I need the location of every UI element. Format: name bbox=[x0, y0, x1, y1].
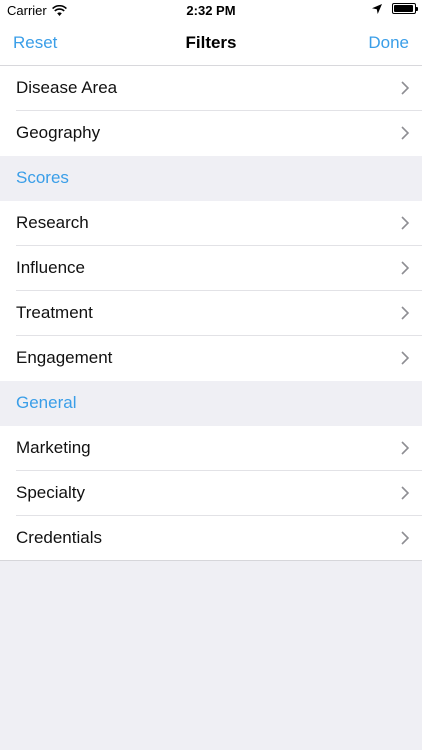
chevron-right-icon bbox=[401, 216, 410, 230]
status-bar: Carrier 2:32 PM bbox=[0, 0, 422, 22]
filter-row-engagement[interactable]: Engagement bbox=[0, 336, 422, 381]
chevron-right-icon bbox=[401, 81, 410, 95]
section-header-label: General bbox=[16, 393, 77, 412]
section-header-general: General bbox=[0, 381, 422, 426]
filter-row-label: Engagement bbox=[16, 348, 113, 367]
filter-row-marketing[interactable]: Marketing bbox=[0, 426, 422, 471]
row-separator bbox=[0, 560, 422, 561]
filter-row-geography[interactable]: Geography bbox=[0, 111, 422, 156]
chevron-right-icon bbox=[401, 486, 410, 500]
filter-list: Disease Area Geography Scores Research I… bbox=[0, 66, 422, 561]
filter-row-label: Credentials bbox=[16, 528, 102, 547]
filter-row-treatment[interactable]: Treatment bbox=[0, 291, 422, 336]
filter-row-specialty[interactable]: Specialty bbox=[0, 471, 422, 516]
chevron-right-icon bbox=[401, 261, 410, 275]
filter-row-label: Geography bbox=[16, 123, 101, 142]
chevron-right-icon bbox=[401, 531, 410, 545]
filter-row-influence[interactable]: Influence bbox=[0, 246, 422, 291]
battery-icon bbox=[392, 3, 418, 14]
filter-row-label: Research bbox=[16, 213, 89, 232]
filter-row-label: Specialty bbox=[16, 483, 85, 502]
chevron-right-icon bbox=[401, 126, 410, 140]
filter-row-label: Treatment bbox=[16, 303, 93, 322]
chevron-right-icon bbox=[401, 351, 410, 365]
section-header-scores: Scores bbox=[0, 156, 422, 201]
chevron-right-icon bbox=[401, 441, 410, 455]
done-button[interactable]: Done bbox=[368, 33, 409, 53]
filter-row-label: Marketing bbox=[16, 438, 91, 457]
filter-row-label: Influence bbox=[16, 258, 85, 277]
status-right bbox=[372, 3, 418, 14]
section-header-label: Scores bbox=[16, 168, 69, 187]
status-time: 2:32 PM bbox=[186, 3, 236, 18]
location-arrow-icon bbox=[372, 3, 382, 14]
chevron-right-icon bbox=[401, 306, 410, 320]
filter-row-label: Disease Area bbox=[16, 78, 118, 97]
page-title: Filters bbox=[185, 33, 237, 52]
navigation-bar: Reset Filters Done bbox=[0, 22, 422, 66]
filter-row-disease-area[interactable]: Disease Area bbox=[0, 66, 422, 111]
filter-row-research[interactable]: Research bbox=[0, 201, 422, 246]
battery-fill bbox=[394, 5, 413, 12]
filter-row-credentials[interactable]: Credentials bbox=[0, 516, 422, 561]
